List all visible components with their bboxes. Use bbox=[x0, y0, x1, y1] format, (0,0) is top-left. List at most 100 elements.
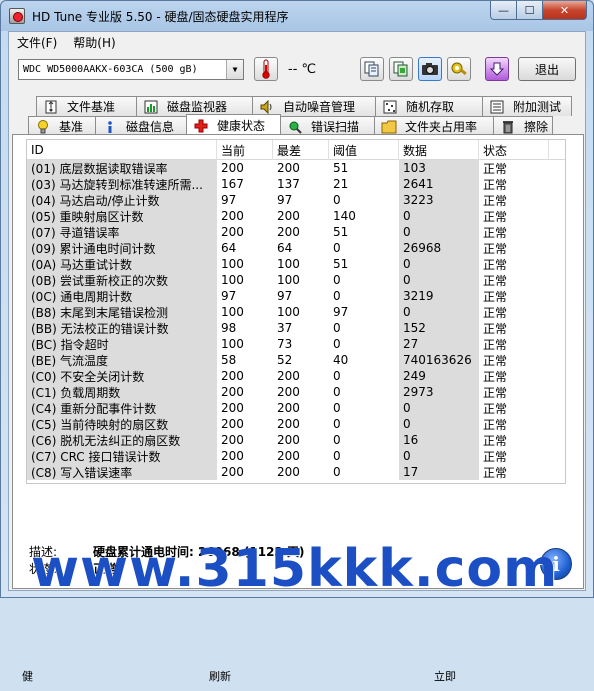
temperature-readout: -- ℃ bbox=[288, 62, 317, 77]
cell-current: 200 bbox=[221, 417, 244, 431]
cell-status: 正常 bbox=[483, 433, 508, 448]
cell-worst: 200 bbox=[277, 433, 300, 447]
cell-id: (BC) 指令超时 bbox=[27, 336, 217, 352]
thermometer-icon bbox=[262, 59, 270, 79]
table-row[interactable]: (01) 底层数据读取错误率 200 200 51 103 正常 bbox=[27, 160, 565, 176]
cell-id: (03) 马达旋转到标准转速所需... bbox=[27, 176, 217, 192]
cell-id: (C7) CRC 接口错误计数 bbox=[27, 448, 217, 464]
table-row[interactable]: (BC) 指令超时 100 73 0 27 正常 bbox=[27, 336, 565, 352]
exit-button[interactable]: 退出 bbox=[518, 57, 576, 81]
header-current[interactable]: 当前 bbox=[217, 140, 273, 160]
cell-status: 正常 bbox=[483, 337, 508, 352]
cell-data: 0 bbox=[399, 224, 479, 240]
cell-current: 100 bbox=[221, 257, 244, 271]
cell-id: (01) 底层数据读取错误率 bbox=[27, 160, 217, 176]
screenshot-button[interactable] bbox=[418, 57, 442, 81]
cell-data: 0 bbox=[399, 208, 479, 224]
cell-data: 3219 bbox=[399, 288, 479, 304]
cell-current: 200 bbox=[221, 449, 244, 463]
tab-label: 磁盘信息 bbox=[126, 120, 175, 134]
drive-select[interactable]: WDC WD5000AAKX-603CA (500 gB) ▼ bbox=[18, 59, 244, 80]
title-bar[interactable]: HD Tune 专业版 5.50 - 硬盘/固态硬盘实用程序 — ☐ ✕ bbox=[1, 1, 593, 31]
close-button[interactable]: ✕ bbox=[543, 1, 587, 20]
table-row[interactable]: (BE) 气流温度 58 52 40 740163626 正常 bbox=[27, 352, 565, 368]
cell-worst: 200 bbox=[277, 417, 300, 431]
tab-aam[interactable]: 自动噪音管理 bbox=[252, 96, 376, 116]
cell-threshold: 0 bbox=[333, 289, 341, 303]
chevron-down-icon[interactable]: ▼ bbox=[226, 60, 243, 79]
cell-threshold: 51 bbox=[333, 257, 349, 271]
table-row[interactable]: (0A) 马达重试计数 100 100 51 0 正常 bbox=[27, 256, 565, 272]
tab-info[interactable]: 磁盘信息 bbox=[95, 116, 187, 136]
cell-threshold: 0 bbox=[333, 465, 341, 479]
header-id[interactable]: ID bbox=[27, 140, 217, 160]
table-row[interactable]: (BB) 无法校正的错误计数 98 37 0 152 正常 bbox=[27, 320, 565, 336]
cell-worst: 97 bbox=[277, 193, 293, 207]
cell-current: 58 bbox=[221, 353, 237, 367]
cell-current: 64 bbox=[221, 241, 237, 255]
cell-status: 正常 bbox=[483, 289, 508, 304]
cell-worst: 200 bbox=[277, 449, 300, 463]
caption-buttons: — ☐ ✕ bbox=[490, 1, 587, 20]
file-benchmark-icon bbox=[43, 99, 59, 115]
tab-benchmark[interactable]: 基准 bbox=[28, 116, 96, 136]
table-row[interactable]: (C7) CRC 接口错误计数 200 200 0 0 正常 bbox=[27, 448, 565, 464]
header-worst[interactable]: 最差 bbox=[273, 140, 329, 160]
table-row[interactable]: (C6) 脱机无法纠正的扇区数 200 200 0 16 正常 bbox=[27, 432, 565, 448]
header-status[interactable]: 状态 bbox=[479, 140, 549, 160]
tab-erase[interactable]: 擦除 bbox=[493, 116, 553, 136]
tab-random-access[interactable]: 随机存取 bbox=[375, 96, 483, 116]
copy-screenshot-button[interactable] bbox=[389, 57, 413, 81]
cell-threshold: 0 bbox=[333, 433, 341, 447]
start-now-button[interactable]: 立即 bbox=[434, 668, 456, 684]
cell-data: 249 bbox=[399, 368, 479, 384]
tab-folder-usage[interactable]: 文件夹占用率 bbox=[374, 116, 494, 136]
copy-text-icon bbox=[364, 61, 379, 77]
extra-tests-icon bbox=[489, 99, 505, 115]
watermark-text: www.315kkk.com bbox=[31, 539, 559, 599]
refresh-label[interactable]: 刷新 bbox=[209, 668, 231, 684]
table-row[interactable]: (04) 马达启动/停止计数 97 97 0 3223 正常 bbox=[27, 192, 565, 208]
tab-error-scan[interactable]: 错误扫描 bbox=[280, 116, 375, 136]
table-row[interactable]: (0C) 通电周期计数 97 97 0 3219 正常 bbox=[27, 288, 565, 304]
smart-table[interactable]: ID 当前 最差 阈值 数据 状态 (01) 底层数据读取错误率 200 200 51… bbox=[26, 139, 566, 484]
tab-disk-monitor[interactable]: 磁盘监视器 bbox=[136, 96, 253, 116]
cell-current: 100 bbox=[221, 273, 244, 287]
table-row[interactable]: (B8) 末尾到末尾错误检测 100 100 97 0 正常 bbox=[27, 304, 565, 320]
menu-file[interactable]: 文件(F) bbox=[9, 34, 65, 51]
cell-status: 正常 bbox=[483, 305, 508, 320]
tab-label: 健康状态 bbox=[217, 119, 266, 133]
minimize-button[interactable]: — bbox=[490, 1, 517, 20]
table-row[interactable]: (C5) 当前待映射的扇区数 200 200 0 0 正常 bbox=[27, 416, 565, 432]
cell-data: 2973 bbox=[399, 384, 479, 400]
table-row[interactable]: (09) 累计通电时间计数 64 64 0 26968 正常 bbox=[27, 240, 565, 256]
cell-threshold: 97 bbox=[333, 305, 349, 319]
menu-help[interactable]: 帮助(H) bbox=[65, 34, 123, 51]
maximize-button[interactable]: ☐ bbox=[517, 1, 543, 20]
tab-file-benchmark[interactable]: 文件基准 bbox=[36, 96, 137, 116]
update-button[interactable] bbox=[485, 57, 509, 81]
cell-current: 200 bbox=[221, 225, 244, 239]
header-threshold[interactable]: 阈值 bbox=[329, 140, 399, 160]
copy-text-button[interactable] bbox=[360, 57, 384, 81]
cell-id: (C0) 不安全关闭计数 bbox=[27, 368, 217, 384]
table-row[interactable]: (C0) 不安全关闭计数 200 200 0 249 正常 bbox=[27, 368, 565, 384]
table-row[interactable]: (0B) 尝试重新校正的次数 100 100 0 0 正常 bbox=[27, 272, 565, 288]
options-button[interactable] bbox=[447, 57, 471, 81]
table-row[interactable]: (03) 马达旋转到标准转速所需... 167 137 21 2641 正常 bbox=[27, 176, 565, 192]
thermometer-button[interactable] bbox=[254, 57, 278, 81]
tab-extra-tests[interactable]: 附加测试 bbox=[482, 96, 572, 116]
table-row[interactable]: (07) 寻道错误率 200 200 51 0 正常 bbox=[27, 224, 565, 240]
header-data[interactable]: 数据 bbox=[399, 140, 479, 160]
table-row[interactable]: (C4) 重新分配事件计数 200 200 0 0 正常 bbox=[27, 400, 565, 416]
table-row[interactable]: (C1) 负载周期数 200 200 0 2973 正常 bbox=[27, 384, 565, 400]
tab-label: 附加测试 bbox=[513, 100, 562, 114]
table-row[interactable]: (C8) 写入错误速率 200 200 0 17 正常 bbox=[27, 464, 565, 480]
status-bar: 健 刷新 立即 bbox=[16, 665, 588, 691]
cell-data: 0 bbox=[399, 272, 479, 288]
cell-data: 26968 bbox=[399, 240, 479, 256]
cell-data: 27 bbox=[399, 336, 479, 352]
table-row[interactable]: (05) 重映射扇区计数 200 200 140 0 正常 bbox=[27, 208, 565, 224]
tab-label: 错误扫描 bbox=[311, 120, 360, 134]
tab-health[interactable]: 健康状态 bbox=[186, 114, 281, 136]
